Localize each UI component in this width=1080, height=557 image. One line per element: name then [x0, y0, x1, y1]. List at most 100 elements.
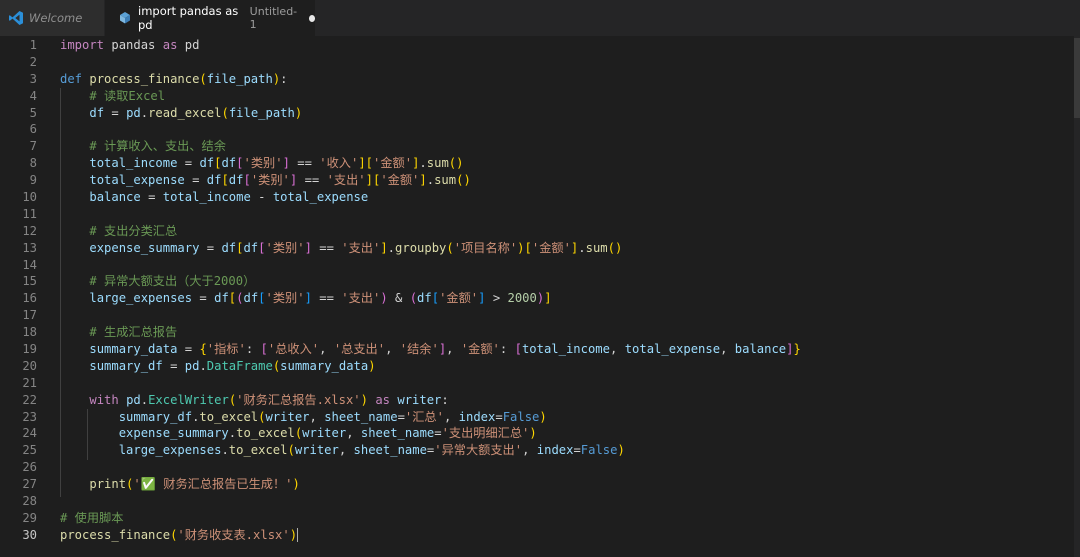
code-line[interactable]: 7 # 计算收入、支出、结余	[0, 138, 1080, 155]
tab-welcome[interactable]: Welcome	[0, 0, 104, 36]
code-line[interactable]: 2	[0, 54, 1080, 71]
code-token: '支出'	[341, 240, 381, 255]
code-text: # 使用脚本	[60, 510, 123, 527]
code-token: {	[199, 342, 207, 357]
code-token: ,	[720, 342, 735, 357]
code-line[interactable]: 20 summary_df = pd.DataFrame(summary_dat…	[0, 358, 1080, 375]
line-number: 3	[29, 71, 37, 86]
code-token: ]	[365, 173, 373, 188]
line-number: 1	[29, 38, 37, 52]
code-token: sum	[585, 240, 608, 255]
code-line[interactable]: 25 large_expenses.to_excel(writer, sheet…	[0, 442, 1080, 459]
code-token: sheet_name	[360, 426, 435, 441]
code-token: '金额'	[373, 156, 413, 171]
code-text: summary_data = {'指标': ['总收入', '总支出', '结余…	[60, 341, 800, 358]
code-line[interactable]: 10 balance = total_income - total_expens…	[0, 189, 1080, 206]
code-token: # 计算收入、支出、结余	[89, 139, 226, 154]
code-line[interactable]: 6	[0, 121, 1080, 138]
code-token: '指标'	[206, 342, 246, 357]
code-token: ==	[297, 173, 327, 188]
code-token: summary_df	[118, 409, 193, 424]
code-line[interactable]: 27 print('✅ 财务汇总报告已生成！')	[0, 476, 1080, 493]
code-token: False	[502, 409, 540, 424]
unsaved-dot-icon[interactable]	[308, 14, 315, 22]
code-token: process_finance	[89, 71, 200, 86]
code-token: :	[441, 392, 449, 407]
code-token: df	[89, 105, 105, 120]
tab-untitled-1[interactable]: import pandas as pd Untitled-1	[105, 0, 315, 36]
code-text: summary_df = pd.DataFrame(summary_data)	[60, 358, 375, 375]
code-line[interactable]: 13 expense_summary = df[df['类别'] == '支出'…	[0, 240, 1080, 257]
line-number: 28	[22, 494, 37, 509]
code-line[interactable]: 22 with pd.ExcelWriter('财务汇总报告.xlsx') as…	[0, 392, 1080, 409]
code-token: '汇总'	[404, 409, 444, 424]
code-token: to_excel	[199, 409, 259, 424]
code-line[interactable]: 30 process_finance('财务收支表.xlsx')	[0, 527, 1080, 544]
line-number: 12	[22, 223, 37, 238]
code-line[interactable]: 19 summary_data = {'指标': ['总收入', '总支出', …	[0, 341, 1080, 358]
code-token: summary_df	[89, 358, 163, 373]
code-text: summary_df.to_excel(writer, sheet_name='…	[60, 409, 547, 426]
code-token: .	[199, 358, 207, 373]
code-token: [	[431, 291, 440, 306]
code-token: False	[580, 443, 618, 458]
code-line[interactable]: 15 # 异常大额支出（大于2000）	[0, 273, 1080, 290]
code-token: =	[199, 240, 222, 255]
scrollbar-thumb[interactable]	[1074, 38, 1080, 118]
code-token: ,	[446, 342, 461, 357]
code-line[interactable]: 3 def process_finance(file_path):	[0, 71, 1080, 88]
code-token: '金额'	[531, 240, 571, 255]
code-token: pd	[126, 105, 141, 120]
code-token: .	[228, 426, 237, 441]
line-number: 2	[29, 54, 37, 69]
code-line[interactable]: 1 import pandas as pd	[0, 37, 1080, 54]
code-token: '	[133, 477, 141, 492]
tab-subtitle: Untitled-1	[249, 5, 298, 31]
code-line[interactable]: 18 # 生成汇总报告	[0, 324, 1080, 341]
code-token: def	[60, 71, 83, 86]
code-line[interactable]: 11	[0, 206, 1080, 223]
code-line[interactable]: 14	[0, 257, 1080, 274]
code-token: total_expense	[89, 173, 185, 188]
line-number: 7	[29, 139, 37, 154]
code-token: df	[221, 156, 237, 171]
code-line[interactable]: 26	[0, 459, 1080, 476]
code-line[interactable]: 21	[0, 375, 1080, 392]
code-text: total_expense = df[df['类别'] == '支出']['金额…	[60, 172, 470, 189]
code-token: writer	[397, 392, 442, 407]
code-lines: 1 import pandas as pd 2 3 def process_financ…	[0, 36, 1080, 544]
code-line[interactable]: 9 total_expense = df[df['类别'] == '支出']['…	[0, 172, 1080, 189]
code-token: large_expenses	[118, 443, 222, 458]
line-number: 14	[22, 257, 37, 272]
code-text: # 读取Excel	[60, 88, 165, 105]
code-token: ]	[282, 156, 290, 171]
code-token: import	[60, 38, 105, 52]
code-editor[interactable]: 1 import pandas as pd 2 3 def process_financ…	[0, 36, 1080, 557]
code-line[interactable]: 12 # 支出分类汇总	[0, 223, 1080, 240]
code-token: [	[514, 342, 522, 357]
code-token: ==	[289, 156, 320, 171]
code-token: df	[221, 240, 237, 255]
code-text: total_income = df[df['类别'] == '收入']['金额'…	[60, 155, 463, 172]
line-number: 24	[22, 426, 37, 441]
code-token: ()	[448, 156, 464, 171]
code-line[interactable]: 16 large_expenses = df[(df['类别'] == '支出'…	[0, 290, 1080, 307]
code-line[interactable]: 5 df = pd.read_excel(file_path)	[0, 105, 1080, 122]
code-token: to_excel	[228, 443, 288, 458]
code-line[interactable]: 8 total_income = df[df['类别'] == '收入']['金…	[0, 155, 1080, 172]
code-token: [	[221, 173, 229, 188]
code-line[interactable]: 4 # 读取Excel	[0, 88, 1080, 105]
code-line[interactable]: 17	[0, 307, 1080, 324]
code-token: total_expense	[624, 342, 721, 357]
code-line[interactable]: 24 expense_summary.to_excel(writer, shee…	[0, 425, 1080, 442]
code-text: balance = total_income - total_expense	[60, 189, 368, 206]
code-line[interactable]: 28	[0, 493, 1080, 510]
code-line[interactable]: 29 # 使用脚本	[0, 510, 1080, 527]
code-line[interactable]: 23 summary_df.to_excel(writer, sheet_nam…	[0, 409, 1080, 426]
code-text: import pandas as pd	[60, 37, 199, 54]
